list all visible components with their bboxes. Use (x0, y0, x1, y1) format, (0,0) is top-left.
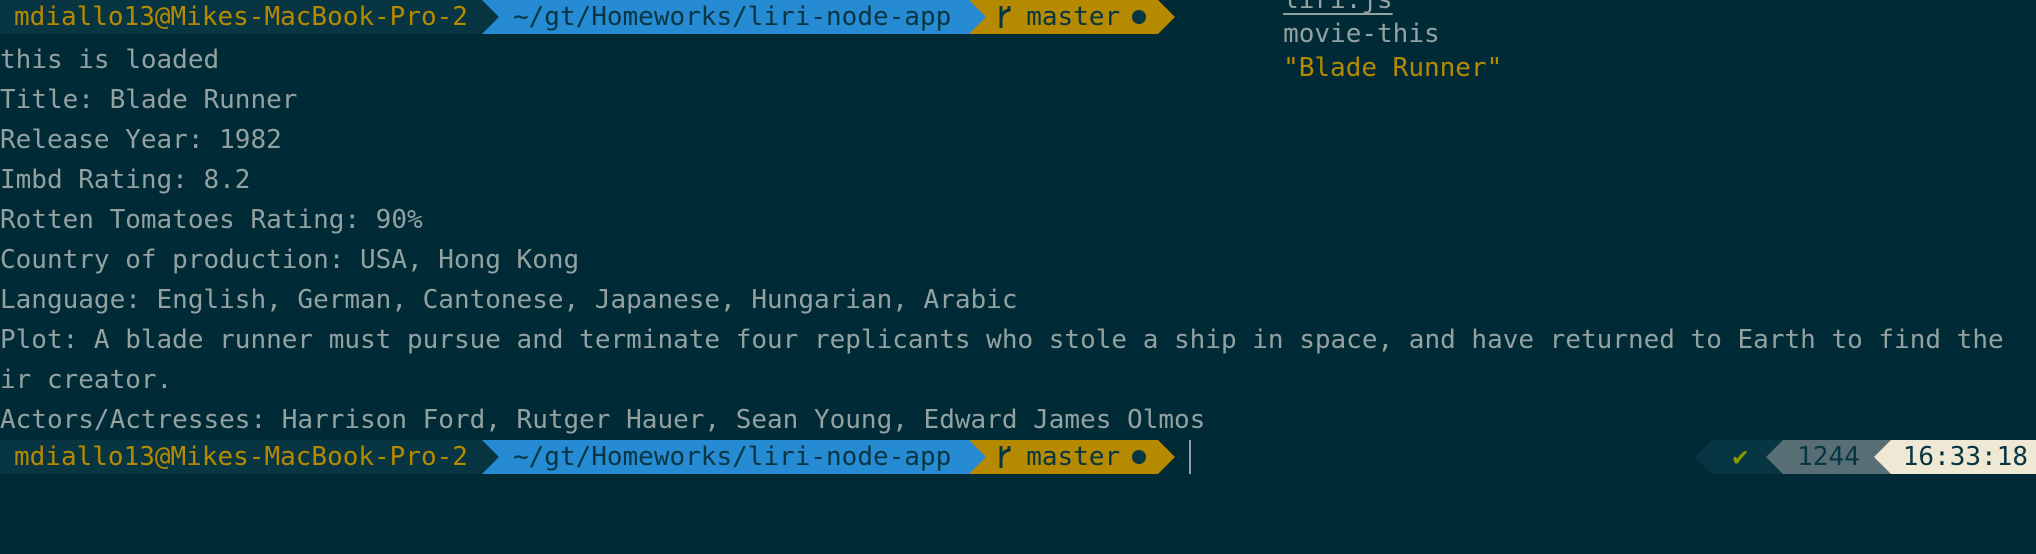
git-branch-icon (999, 446, 1011, 468)
output-line: Country of production: USA, Hong Kong (0, 245, 580, 275)
prompt-directory: ~/gt/Homeworks/liri-node-app (498, 0, 970, 34)
terminal-window[interactable]: mdiallo13@Mikes-MacBook-Pro-2 ~/gt/Homew… (0, 0, 2036, 554)
prompt-git: master (986, 0, 1159, 34)
prompt-git-branch: master (1026, 2, 1121, 32)
checkmark-icon: ✔ (1712, 440, 1767, 474)
history-number: 1244 (1783, 440, 1874, 474)
dirty-dot-icon (1132, 450, 1147, 464)
right-prompt: ✔ 1244 16:33:18 (1695, 440, 2036, 474)
prompt-time: 16:33:18 (1890, 440, 2036, 474)
segment-separator (1158, 440, 1176, 474)
prompt-git: master (986, 440, 1159, 474)
output-line: Plot: A blade runner must pursue and ter… (0, 325, 2004, 355)
prompt-line-2: mdiallo13@Mikes-MacBook-Pro-2 ~/gt/Homew… (0, 440, 2036, 474)
output-line: Release Year: 1982 (0, 125, 282, 155)
output-line: ir creator. (0, 365, 173, 395)
segment-separator (1766, 440, 1784, 474)
prompt-git-branch: master (1026, 442, 1121, 472)
output-line: Title: Blade Runner (0, 85, 298, 115)
output-line: Language: English, German, Cantonese, Ja… (0, 285, 1018, 315)
command-output: this is loaded Title: Blade Runner Relea… (0, 40, 2036, 440)
segment-separator (1158, 0, 1176, 34)
segment-separator (1695, 440, 1713, 474)
prompt-directory-label: ~/gt/Homeworks/liri-node-app (512, 2, 952, 32)
git-branch-icon (999, 6, 1011, 28)
command-file: liri.js (1283, 0, 1393, 15)
dirty-dot-icon (1132, 10, 1147, 24)
prompt-directory: ~/gt/Homeworks/liri-node-app (498, 440, 970, 474)
segment-separator (481, 0, 499, 34)
prompt-line-1: mdiallo13@Mikes-MacBook-Pro-2 ~/gt/Homew… (0, 0, 2036, 83)
output-line: Actors/Actresses: Harrison Ford, Rutger … (0, 405, 1206, 435)
segment-separator (969, 0, 987, 34)
output-line: Rotten Tomatoes Rating: 90% (0, 205, 423, 235)
segment-separator (1873, 440, 1891, 474)
segment-separator (969, 440, 987, 474)
output-line: this is loaded (0, 45, 220, 75)
prompt-user-host: mdiallo13@Mikes-MacBook-Pro-2 (0, 0, 482, 34)
text-cursor[interactable] (1189, 440, 1192, 474)
prompt-directory-label: ~/gt/Homeworks/liri-node-app (512, 442, 952, 472)
segment-separator (481, 440, 499, 474)
prompt-user-host: mdiallo13@Mikes-MacBook-Pro-2 (0, 440, 482, 474)
output-line: Imbd Rating: 8.2 (0, 165, 251, 195)
